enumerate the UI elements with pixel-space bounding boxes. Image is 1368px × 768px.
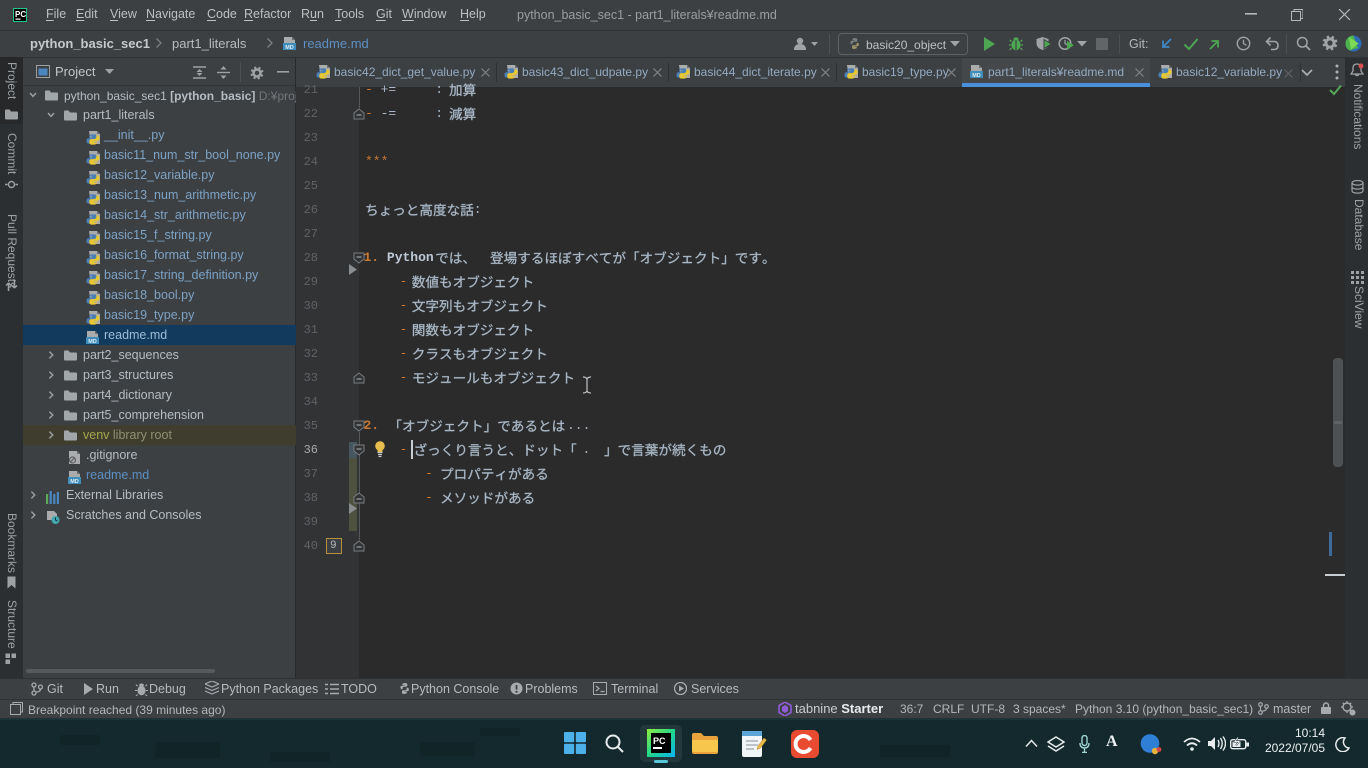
svg-text:PC: PC: [653, 736, 666, 746]
